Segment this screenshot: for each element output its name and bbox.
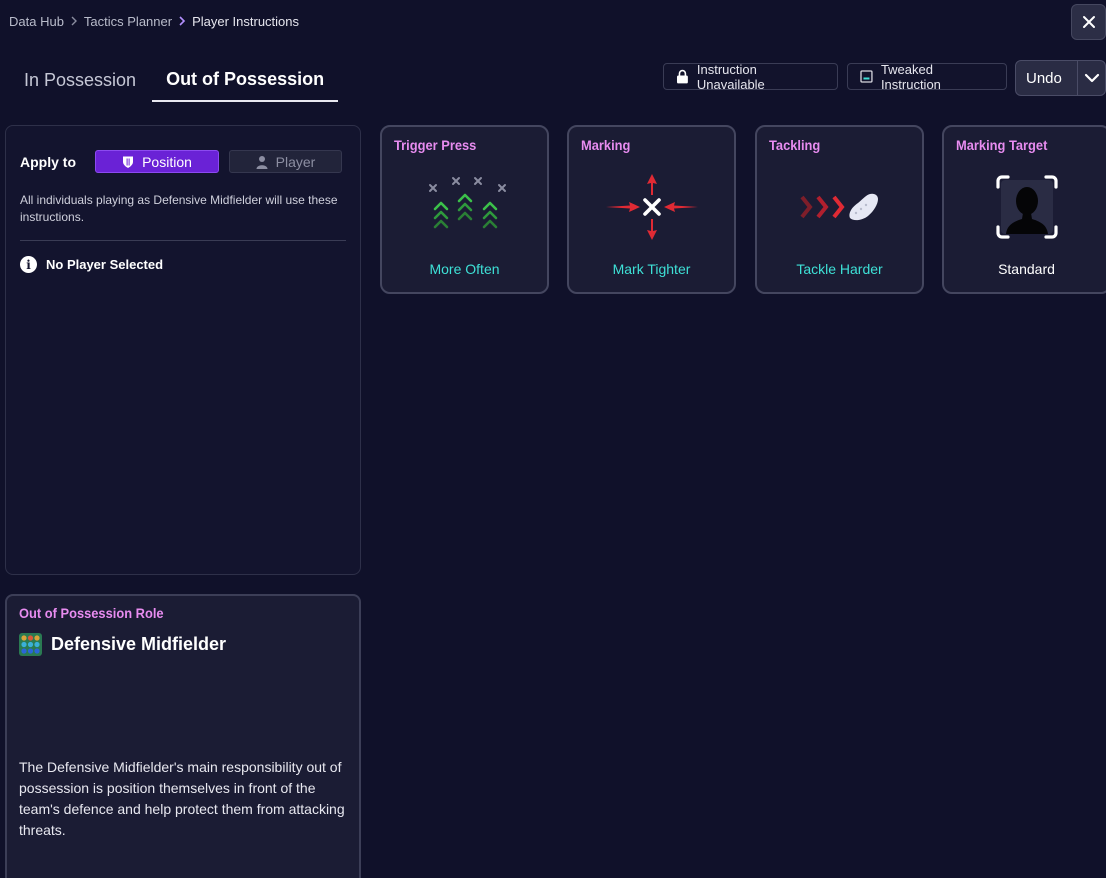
legend-tweaked-instruction: Tweaked Instruction [847,61,1007,92]
no-player-selected: i No Player Selected [20,256,163,273]
chevron-right-icon [178,15,186,29]
undo-label[interactable]: Undo [1016,70,1077,87]
card-marking[interactable]: Marking Mark Tighter [567,125,736,294]
lock-icon [676,69,688,84]
legend-instruction-unavailable: Instruction Unavailable [663,61,838,92]
breadcrumb-tactics-planner[interactable]: Tactics Planner [84,14,172,29]
apply-to-row: Apply to Position Player [20,150,342,173]
tab-in-possession[interactable]: In Possession [10,58,150,102]
legend-unavailable-label: Instruction Unavailable [696,61,765,92]
card-trigger-press[interactable]: Trigger Press More Often [380,125,549,294]
card-value: Standard [998,261,1055,277]
undo-dropdown[interactable] [1078,73,1105,83]
apply-position-label: Position [142,153,192,170]
breadcrumb-player-instructions: Player Instructions [192,14,300,29]
close-icon [1082,16,1095,28]
apply-player-label: Player [275,153,316,170]
role-heading: Out of Possession Role [19,605,164,621]
close-button[interactable] [1071,4,1106,40]
possession-tabs: In Possession Out of Possession [10,58,339,102]
card-value: Mark Tighter [612,261,691,277]
tweaked-square-icon [860,70,873,83]
apply-description: All individuals playing as Defensive Mid… [20,193,338,224]
card-title: Marking Target [956,137,1048,153]
apply-to-label: Apply to [20,153,76,170]
legend-tweaked-label: Tweaked Instruction [880,61,941,92]
apply-position-toggle[interactable]: Position [95,150,219,173]
undo-button[interactable]: Undo [1015,60,1106,96]
person-icon [256,155,268,169]
card-value: Tackle Harder [796,261,883,277]
tab-out-of-possession[interactable]: Out of Possession [152,58,339,102]
role-description: The Defensive Midfielder's main responsi… [19,759,345,838]
role-panel: Out of Possession Role Defensive Midfiel… [5,594,361,878]
card-value: More Often [429,261,500,277]
formation-grid-icon [19,633,42,656]
marking-target-icon [995,175,1058,239]
card-title: Marking [581,137,631,153]
role-name: Defensive Midfielder [51,634,227,654]
info-icon: i [20,256,37,273]
no-player-label: No Player Selected [46,257,164,272]
card-title: Tackling [769,137,821,153]
tackling-icon [799,193,878,221]
breadcrumb: Data Hub Tactics Planner Player Instruct… [9,14,299,29]
apply-to-panel: Apply to Position Player All individuals… [5,125,361,575]
chevron-right-icon [70,15,78,29]
divider [20,240,346,241]
marking-icon [605,174,698,240]
shield-icon [123,156,134,168]
trigger-press-icon [428,177,506,229]
breadcrumb-data-hub[interactable]: Data Hub [9,14,64,29]
role-name-row: Defensive Midfielder [19,633,226,656]
chevron-down-icon [1084,73,1099,83]
card-title: Trigger Press [394,137,477,153]
card-tackling[interactable]: Tackling Tackle Harder [755,125,924,294]
card-marking-target[interactable]: Marking Target Standard [942,125,1106,294]
apply-player-toggle[interactable]: Player [229,150,342,173]
